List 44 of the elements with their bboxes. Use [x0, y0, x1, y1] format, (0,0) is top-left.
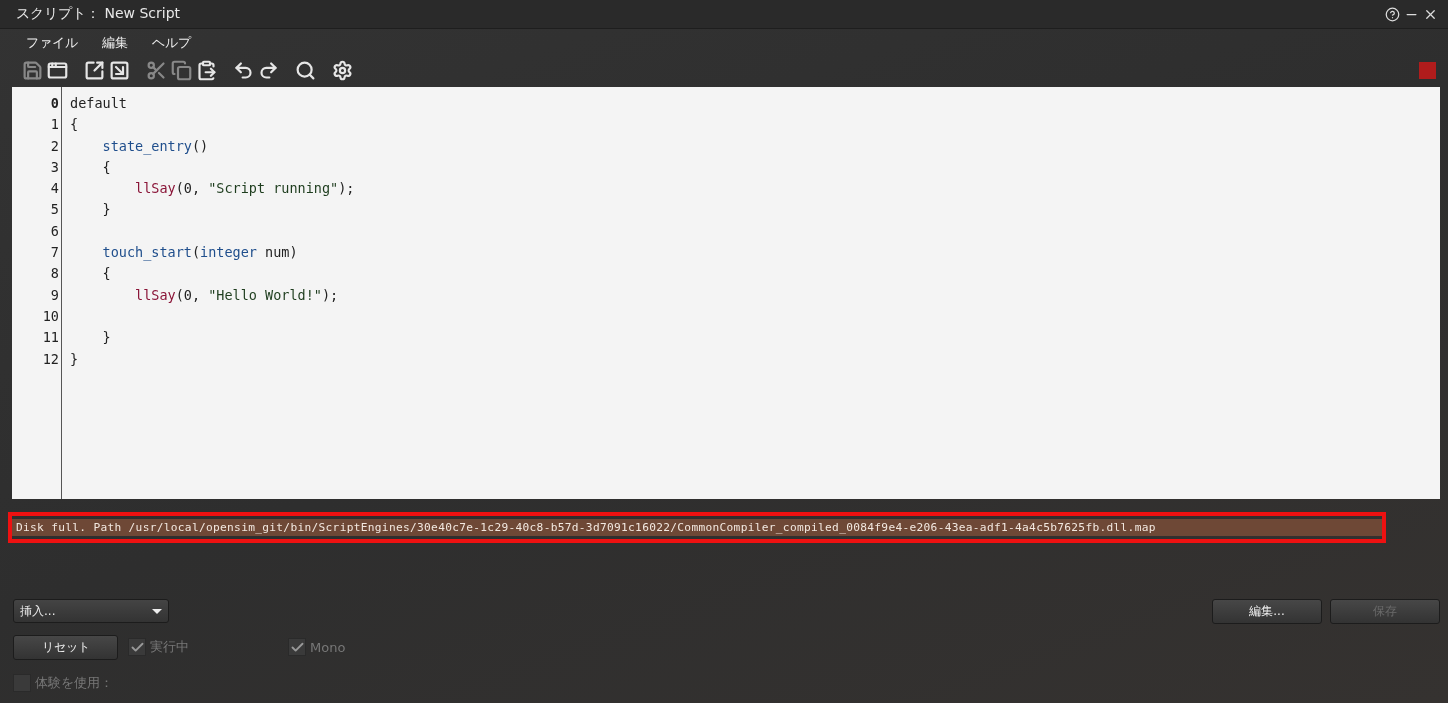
redo-icon[interactable] [258, 59, 279, 81]
reset-button[interactable]: リセット [13, 634, 118, 660]
line-number: 7 [49, 243, 60, 263]
code-line: { [101, 265, 111, 282]
undo-icon[interactable] [233, 59, 254, 81]
edit-button[interactable]: 編集... [1212, 598, 1322, 624]
code-line: { [101, 158, 111, 175]
line-number: 11 [41, 328, 60, 348]
code-line: } [101, 201, 111, 218]
line-number: 6 [49, 221, 60, 241]
code-line: default [70, 95, 127, 111]
menu-item[interactable]: ヘルプ [140, 35, 203, 55]
error-message[interactable]: Disk full. Path /usr/local/opensim_git/bin/ScriptEngines/30e40c7e-1c29-40c8-b57d-3d7091c16022/CommonCompiler_compiled_0084f9e4-e206-43ea-adf1-4a4c5b7625fb.dll.map [12, 518, 1382, 536]
code-line: state_entry() [101, 137, 209, 154]
line-number: 3 [49, 157, 60, 177]
paste-icon[interactable] [196, 59, 217, 81]
help-icon[interactable] [1385, 6, 1400, 22]
code-line: llSay(0, "Script running"); [134, 180, 355, 197]
settings-icon[interactable] [332, 59, 353, 81]
export-arrow-icon[interactable] [84, 59, 105, 81]
line-number: 2 [49, 136, 60, 156]
code-line: } [101, 329, 111, 346]
checkbox-label: 実行中 [150, 638, 189, 656]
search-icon[interactable] [295, 59, 316, 81]
line-number: 10 [41, 306, 60, 326]
line-number: 0 [49, 94, 60, 113]
line-number: 8 [49, 264, 60, 284]
code-line: llSay(0, "Hello World!"); [134, 286, 339, 303]
window-title: スクリプト： New Script [16, 5, 182, 23]
code-line: } [70, 350, 79, 367]
line-number: 5 [49, 200, 60, 220]
line-number: 9 [49, 285, 60, 305]
window-icon[interactable] [47, 59, 68, 81]
insert-dropdown[interactable]: 挿入... [13, 599, 169, 623]
menu-item[interactable]: 編集 [90, 35, 140, 55]
code-line: touch_start(integer num) [101, 244, 298, 261]
line-number: 12 [41, 349, 60, 369]
code-line: { [70, 116, 79, 133]
line-number: 4 [49, 179, 60, 199]
line-number: 1 [49, 115, 60, 135]
caret-icon [152, 608, 162, 614]
menu-item[interactable]: ファイル [14, 35, 90, 55]
checkbox-label: Mono [310, 639, 346, 655]
checkbox-label: 体験を使用： [35, 674, 113, 692]
